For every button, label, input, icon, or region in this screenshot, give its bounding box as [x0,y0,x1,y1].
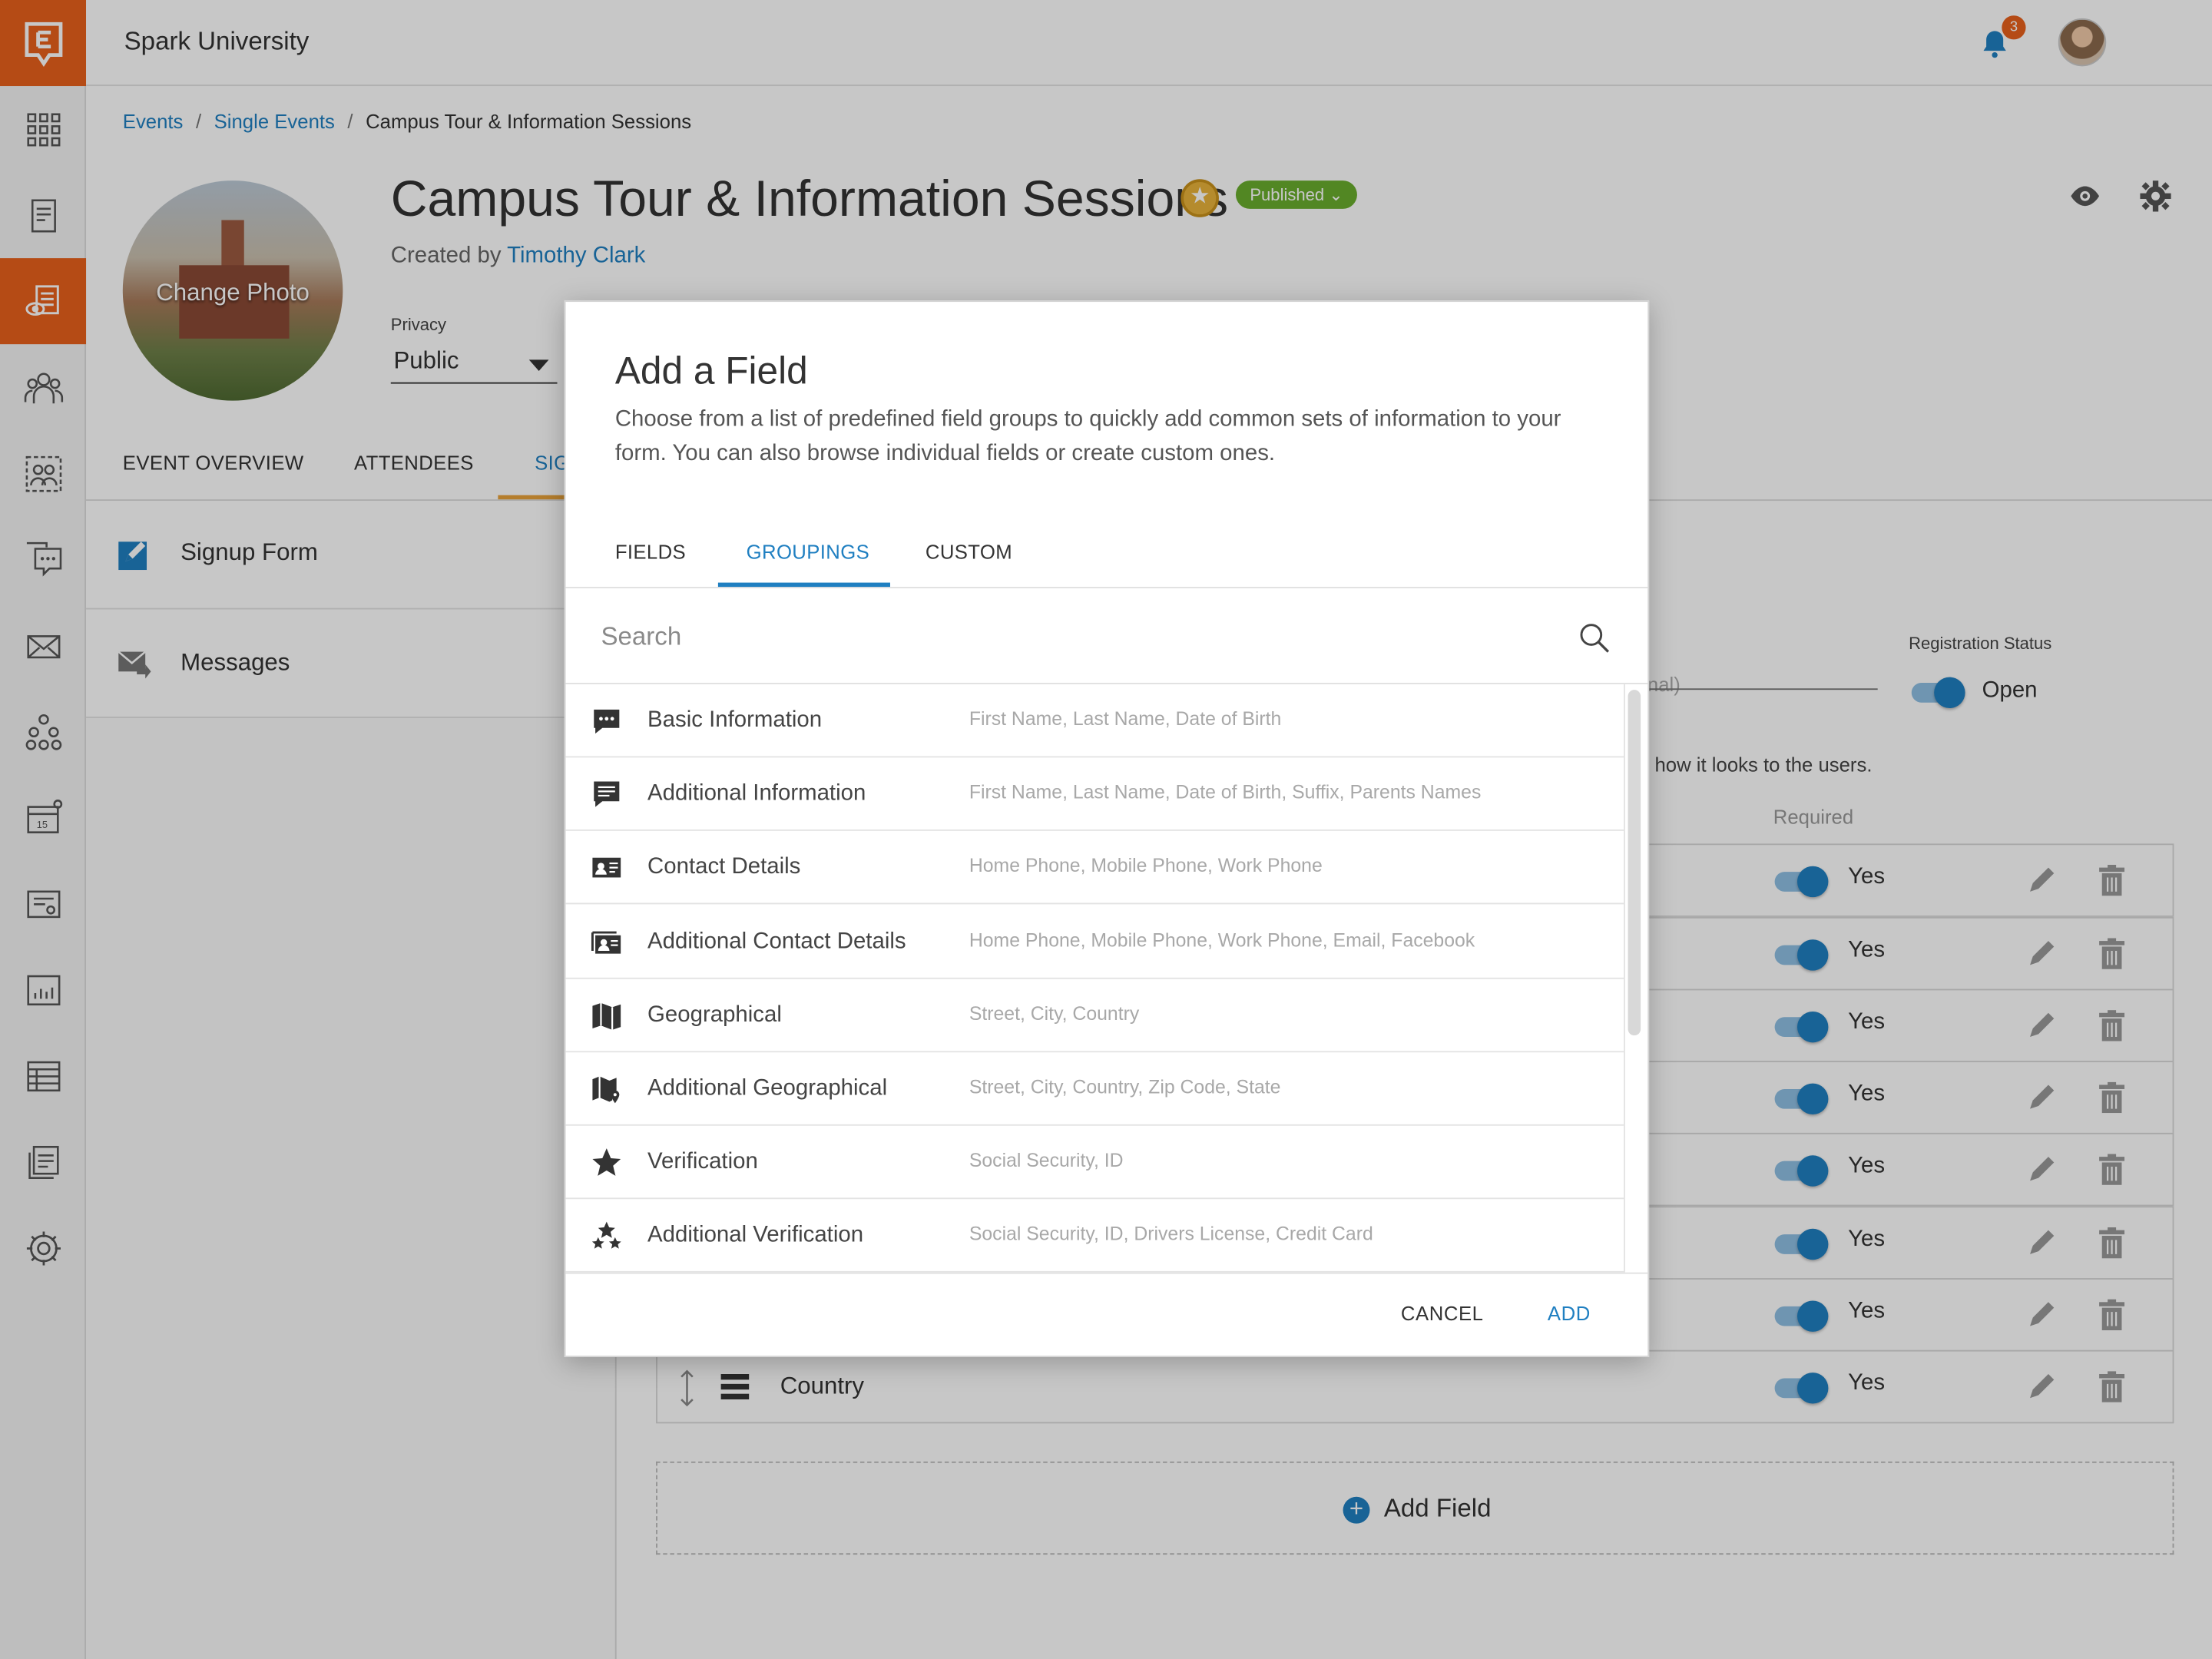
add-field-dialog: Add a Field Choose from a list of predef… [564,300,1650,1357]
map-icon [592,1002,621,1030]
grouping-fields: Street, City, Country [969,1002,1140,1025]
chat-bubble-icon [594,709,620,734]
tab-fields[interactable]: FIELDS [615,540,686,562]
grouping-item[interactable]: Additional Geographical Street, City, Cou… [565,1052,1624,1126]
grouping-name: Contact Details [647,855,801,880]
grouping-item[interactable]: Geographical Street, City, Country [565,979,1624,1052]
stars-icon [591,1222,621,1250]
contact-cards-icon [591,930,621,953]
grouping-list: Basic Information First Name, Last Name, … [565,684,1624,1273]
dialog-tabs: FIELDS GROUPINGS CUSTOM [565,514,1648,588]
grouping-fields: First Name, Last Name, Date of Birth [969,708,1282,730]
grouping-fields: Street, City, Country, Zip Code, State [969,1076,1281,1098]
map-pin-icon [592,1076,620,1104]
list-scrollbar[interactable] [1628,690,1641,1036]
search-input[interactable] [601,613,1532,659]
star-icon [592,1148,621,1177]
grouping-fields: Social Security, ID, Drivers License, Cr… [969,1224,1373,1245]
contact-card-icon [592,858,621,879]
grouping-fields: Social Security, ID [969,1150,1124,1171]
app-root: 15 Spark University 3 Events / Single Ev… [0,0,2212,1659]
grouping-name: Verification [647,1150,758,1174]
grouping-name: Additional Geographical [647,1076,888,1101]
grouping-name: Additional Contact Details [647,929,906,953]
grouping-name: Geographical [647,1002,782,1027]
grouping-name: Additional Information [647,781,866,806]
grouping-item[interactable]: Verification Social Security, ID [565,1126,1624,1200]
grouping-fields: Home Phone, Mobile Phone, Work Phone, Em… [969,929,1475,951]
grouping-fields: Home Phone, Mobile Phone, Work Phone [969,855,1323,877]
add-button[interactable]: ADD [1548,1302,1591,1324]
dialog-footer: CANCEL ADD [565,1272,1648,1357]
grouping-name: Additional Verification [647,1224,864,1248]
active-tab-indicator [717,582,890,588]
grouping-item[interactable]: Basic Information First Name, Last Name, … [565,684,1624,758]
grouping-item[interactable]: Additional Contact Details Home Phone, Mo… [565,905,1624,979]
cancel-button[interactable]: CANCEL [1401,1302,1484,1324]
grouping-name: Basic Information [647,708,823,733]
grouping-fields: First Name, Last Name, Date of Birth, Su… [969,781,1482,803]
grouping-item[interactable]: Additional Information First Name, Last N… [565,758,1624,832]
grouping-item[interactable]: Contact Details Home Phone, Mobile Phone,… [565,832,1624,906]
search-bar [565,588,1648,684]
search-icon[interactable] [1577,621,1611,654]
dialog-title: Add a Field [614,349,808,392]
tab-custom[interactable]: CUSTOM [926,540,1012,562]
grouping-item[interactable]: Additional Verification Social Security, … [565,1200,1624,1273]
tab-groupings[interactable]: GROUPINGS [747,540,869,562]
message-icon [594,781,620,807]
dialog-description: Choose from a list of predefined field g… [614,407,1561,466]
